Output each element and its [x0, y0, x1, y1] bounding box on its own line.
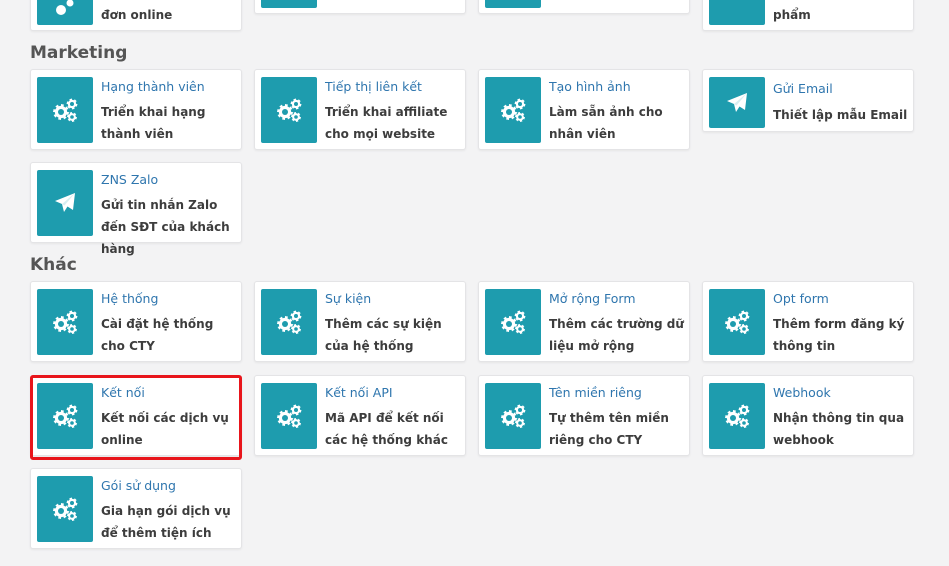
card-title: Opt form	[773, 291, 829, 306]
card-desc: Triển khai affiliate cho mọi website	[325, 105, 448, 141]
card-system[interactable]: Hệ thống Cài đặt hệ thống cho CTY	[30, 281, 242, 362]
gears-icon	[37, 476, 93, 542]
gears-icon	[485, 383, 541, 449]
card-top-2[interactable]	[254, 0, 466, 14]
paper-plane-icon	[709, 77, 765, 128]
card-title: Webhook	[773, 385, 831, 400]
card-desc: Thêm form đăng ký thông tin	[773, 317, 905, 353]
gears-icon	[485, 77, 541, 143]
gears-icon	[261, 289, 317, 355]
card-title: Kết nối API	[325, 385, 393, 400]
card-webhook[interactable]: Webhook Nhận thông tin qua webhook	[702, 375, 914, 456]
card-desc: Làm sẵn ảnh cho nhân viên	[549, 105, 663, 141]
card-title: Mở rộng Form	[549, 291, 636, 306]
card-title: Tên miền riêng	[549, 385, 642, 400]
section-title-marketing: Marketing	[30, 43, 128, 63]
card-create-image[interactable]: Tạo hình ảnh Làm sẵn ảnh cho nhân viên	[478, 69, 690, 150]
card-title: Kết nối	[101, 385, 145, 400]
card-affiliate[interactable]: Tiếp thị liên kết Triển khai affiliate c…	[254, 69, 466, 150]
card-desc: Thêm các sự kiện của hệ thống	[325, 317, 442, 353]
card-title: Tiếp thị liên kết	[325, 79, 422, 94]
card-title: ZNS Zalo	[101, 172, 159, 187]
card-connect-api[interactable]: Kết nối API Mã API để kết nối các hệ thố…	[254, 375, 466, 456]
card-title: Hạng thành viên	[101, 79, 205, 94]
gears-icon	[261, 77, 317, 143]
paper-plane-icon	[37, 170, 93, 236]
card-opt-form[interactable]: Opt form Thêm form đăng ký thông tin	[702, 281, 914, 362]
card-title: Tạo hình ảnh	[549, 79, 631, 94]
card-desc: Tự thêm tên miền riêng cho CTY	[549, 411, 669, 447]
gears-icon	[485, 0, 541, 8]
card-zns-zalo[interactable]: ZNS Zalo Gửi tin nhắn Zalo đến SĐT của k…	[30, 162, 242, 256]
gears-icon	[37, 77, 93, 143]
section-title-other: Khác	[30, 255, 77, 275]
card-title: Gói sử dụng	[101, 478, 176, 493]
card-title: Gửi Email	[773, 81, 833, 96]
card-membership-tier[interactable]: Hạng thành viên Triển khai hạng thành vi…	[30, 69, 242, 150]
card-desc: Thêm các trường dữ liệu mở rộng	[549, 317, 684, 353]
card-top-1[interactable]: đơn online	[30, 0, 242, 31]
gears-icon	[485, 289, 541, 355]
card-desc: Triển khai hạng thành viên	[101, 105, 206, 141]
card-extend-form[interactable]: Mở rộng Form Thêm các trường dữ liệu mở …	[478, 281, 690, 362]
card-desc: Nhận thông tin qua webhook	[773, 411, 905, 447]
card-title: Hệ thống	[101, 291, 159, 306]
gears-icon	[709, 383, 765, 449]
card-desc: Gia hạn gói dịch vụ để thêm tiện ích	[101, 504, 231, 540]
gears-icon	[261, 383, 317, 449]
gears-icon	[709, 289, 765, 355]
card-subscription-plan[interactable]: Gói sử dụng Gia hạn gói dịch vụ để thêm …	[30, 468, 242, 549]
gears-icon	[37, 0, 93, 25]
card-title: Sự kiện	[325, 291, 372, 306]
gears-icon	[709, 0, 765, 25]
card-top-4[interactable]: phẩm	[702, 0, 914, 31]
gears-icon	[37, 289, 93, 355]
gears-icon	[261, 0, 317, 8]
card-send-email[interactable]: Gửi Email Thiết lập mẫu Email	[702, 69, 914, 132]
card-desc: đơn online	[101, 8, 173, 22]
card-desc: Cài đặt hệ thống cho CTY	[101, 317, 214, 353]
gears-icon	[37, 383, 93, 449]
card-events[interactable]: Sự kiện Thêm các sự kiện của hệ thống	[254, 281, 466, 362]
card-top-3[interactable]	[478, 0, 690, 14]
card-desc: Mã API để kết nối các hệ thống khác	[325, 411, 448, 447]
card-desc: Gửi tin nhắn Zalo đến SĐT của khách hàng	[101, 198, 230, 256]
card-desc: phẩm	[773, 8, 811, 22]
card-desc: Kết nối các dịch vụ online	[101, 411, 229, 447]
card-custom-domain[interactable]: Tên miền riêng Tự thêm tên miền riêng ch…	[478, 375, 690, 456]
card-connect[interactable]: Kết nối Kết nối các dịch vụ online	[30, 375, 242, 456]
card-desc: Thiết lập mẫu Email	[773, 108, 908, 122]
